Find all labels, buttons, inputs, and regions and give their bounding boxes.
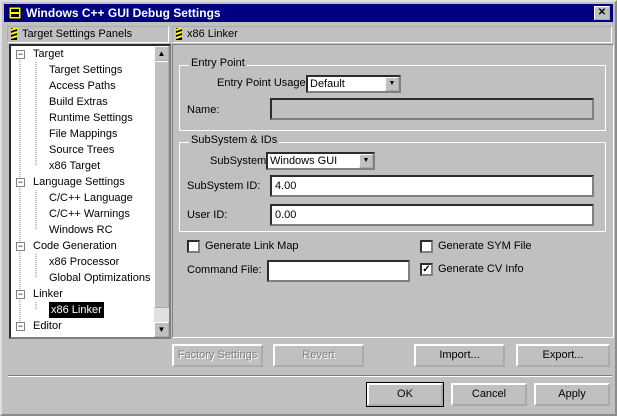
tree-item[interactable]: C/C++ Language bbox=[49, 190, 133, 206]
factory-settings-button[interactable]: Factory Settings bbox=[172, 344, 263, 367]
subsystem-id-label: SubSystem ID: bbox=[187, 180, 261, 192]
export-button[interactable]: Export... bbox=[516, 344, 610, 367]
window-title: Windows C++ GUI Debug Settings bbox=[26, 6, 221, 20]
tree-item[interactable]: Editor bbox=[33, 318, 62, 334]
entry-point-title: Entry Point bbox=[189, 57, 247, 69]
title-bar[interactable]: Windows C++ GUI Debug Settings ✕ bbox=[4, 4, 613, 22]
tree-item[interactable]: Target Settings bbox=[49, 62, 122, 78]
entry-point-usage-dropdown[interactable]: Default ▼ bbox=[306, 75, 401, 93]
scroll-up-button[interactable]: ▲ bbox=[154, 46, 169, 61]
tree-item[interactable]: x86 Processor bbox=[49, 254, 119, 270]
cancel-button[interactable]: Cancel bbox=[451, 383, 527, 406]
tree-item[interactable]: Code Generation bbox=[33, 238, 117, 254]
user-id-field[interactable]: 0.00 bbox=[270, 204, 594, 226]
generate-link-map-label[interactable]: Generate Link Map bbox=[205, 240, 299, 252]
grip-icon bbox=[176, 28, 182, 40]
settings-tree[interactable]: − Target Target Settings Access Paths Build … bbox=[9, 44, 171, 339]
import-button[interactable]: Import... bbox=[414, 344, 505, 367]
generate-sym-file-checkbox[interactable] bbox=[420, 240, 433, 253]
tree-item[interactable]: File Mappings bbox=[49, 126, 117, 142]
tree-item[interactable]: C/C++ Warnings bbox=[49, 206, 130, 222]
tree-item[interactable]: Access Paths bbox=[49, 78, 116, 94]
close-icon: ✕ bbox=[597, 7, 607, 18]
generate-cv-info-checkbox[interactable]: ✓ bbox=[420, 263, 433, 276]
tree-item[interactable]: Target bbox=[33, 46, 64, 62]
name-label: Name: bbox=[187, 104, 220, 116]
tree-item[interactable]: Language Settings bbox=[33, 174, 125, 190]
close-button[interactable]: ✕ bbox=[594, 6, 610, 20]
scroll-thumb[interactable] bbox=[154, 61, 169, 308]
collapse-icon[interactable]: − bbox=[16, 242, 25, 251]
panels-header-label: Target Settings Panels bbox=[22, 28, 133, 40]
tree-item[interactable]: x86 Target bbox=[49, 158, 100, 174]
panels-header: Target Settings Panels bbox=[7, 26, 169, 43]
subsystem-id-field[interactable]: 4.00 bbox=[270, 175, 594, 197]
subsystem-value: Windows GUI bbox=[270, 155, 338, 167]
command-file-label: Command File: bbox=[187, 264, 262, 276]
tree-item[interactable]: Source Trees bbox=[49, 142, 114, 158]
subsystem-label: SubSystem: bbox=[210, 155, 270, 167]
grip-icon bbox=[11, 28, 17, 40]
subsystem-id-value: 4.00 bbox=[275, 180, 297, 192]
command-file-field[interactable] bbox=[267, 260, 410, 282]
tree-item[interactable]: Global Optimizations bbox=[49, 270, 151, 286]
app-icon bbox=[8, 6, 22, 20]
scroll-down-icon: ▼ bbox=[157, 325, 166, 334]
separator bbox=[8, 375, 612, 377]
tree-item[interactable]: Linker bbox=[33, 286, 63, 302]
collapse-icon[interactable]: − bbox=[16, 290, 25, 299]
check-icon: ✓ bbox=[422, 264, 431, 275]
apply-button[interactable]: Apply bbox=[534, 383, 610, 406]
collapse-icon[interactable]: − bbox=[16, 178, 25, 187]
subsystem-dropdown[interactable]: Windows GUI ▼ bbox=[266, 152, 375, 170]
entry-point-usage-label: Entry Point Usage: bbox=[217, 77, 309, 89]
tree-scrollbar[interactable]: ▲ ▼ bbox=[154, 46, 169, 337]
scroll-up-icon: ▲ bbox=[157, 49, 166, 58]
generate-cv-info-label[interactable]: Generate CV Info bbox=[438, 263, 524, 275]
tree-item[interactable]: Runtime Settings bbox=[49, 110, 133, 126]
entry-point-usage-value: Default bbox=[310, 78, 345, 90]
tree-item[interactable]: Build Extras bbox=[49, 94, 108, 110]
panel-header: x86 Linker bbox=[172, 26, 612, 43]
chevron-down-icon[interactable]: ▼ bbox=[385, 77, 399, 91]
revert-button[interactable]: Revert bbox=[273, 344, 364, 367]
tree-item[interactable]: x86 Linker bbox=[49, 302, 104, 318]
chevron-down-icon[interactable]: ▼ bbox=[359, 154, 373, 168]
linker-panel: Entry Point Entry Point Usage: Default ▼… bbox=[172, 44, 614, 338]
user-id-label: User ID: bbox=[187, 209, 228, 221]
name-field[interactable] bbox=[270, 98, 594, 120]
generate-sym-file-label[interactable]: Generate SYM File bbox=[438, 240, 532, 252]
settings-dialog: Windows C++ GUI Debug Settings ✕ Target … bbox=[0, 0, 617, 416]
scroll-down-button[interactable]: ▼ bbox=[154, 322, 169, 337]
user-id-value: 0.00 bbox=[275, 209, 297, 221]
panel-header-label: x86 Linker bbox=[187, 28, 238, 40]
collapse-icon[interactable]: − bbox=[16, 322, 25, 331]
ok-button[interactable]: OK bbox=[366, 382, 444, 407]
tree-item[interactable]: Windows RC bbox=[49, 222, 113, 238]
collapse-icon[interactable]: − bbox=[16, 50, 25, 59]
subsystem-title: SubSystem & IDs bbox=[189, 134, 280, 146]
generate-link-map-checkbox[interactable] bbox=[187, 240, 200, 253]
